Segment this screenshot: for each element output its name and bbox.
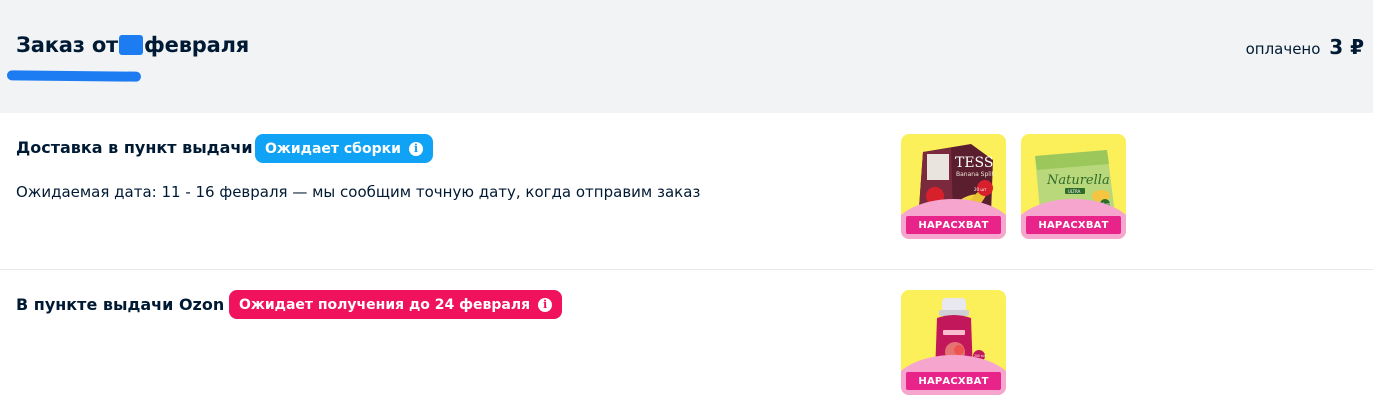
order-title-suffix: февраля	[144, 33, 250, 57]
paid-label: оплачено	[1245, 40, 1321, 58]
shipment-title: В пункте выдачи Ozon	[16, 295, 225, 314]
product-thumbnail-pads[interactable]: Naturella ULTRA 10 шт НАРАСХВАТ	[1021, 134, 1126, 239]
order-header: Заказ от февраля оплачено 3 ₽	[0, 0, 1373, 113]
order-title-prefix: Заказ от	[16, 33, 119, 57]
svg-text:Naturella: Naturella	[1046, 173, 1110, 188]
promo-label: НАРАСХВАТ	[1026, 216, 1121, 234]
expected-date: Ожидаемая дата: 11 - 16 февраля — мы соо…	[16, 183, 701, 201]
paid-amount: 3 ₽	[1329, 35, 1364, 59]
info-icon[interactable]: i	[538, 297, 553, 312]
status-badge-label: Ожидает получения до 24 февраля	[239, 296, 531, 313]
shipment-title: Доставка в пункт выдачи	[16, 138, 253, 157]
paid-summary: оплачено 3 ₽	[1246, 35, 1364, 59]
order-title: Заказ от февраля	[16, 33, 249, 57]
status-badge-label: Ожидает сборки	[265, 140, 401, 157]
svg-text:ULTRA: ULTRA	[1068, 189, 1081, 194]
redacted-order-number	[6, 70, 142, 82]
svg-text:20 шт: 20 шт	[974, 187, 987, 192]
product-thumbnail-tea[interactable]: 20 шт Banana Split TESS НАРАСХВАТ	[901, 134, 1006, 239]
shipment-pickup: В пункте выдачи Ozon Ожидает получения д…	[0, 270, 1373, 410]
info-icon[interactable]: i	[408, 141, 423, 156]
shipment-delivery: Доставка в пункт выдачи Ожидает сборки i…	[0, 113, 1373, 270]
svg-text:TESS: TESS	[955, 155, 994, 171]
promo-label: НАРАСХВАТ	[906, 372, 1001, 390]
redacted-date	[119, 35, 144, 55]
status-badge[interactable]: Ожидает получения до 24 февраля i	[229, 290, 563, 319]
promo-label: НАРАСХВАТ	[906, 216, 1001, 234]
svg-text:Banana Split: Banana Split	[956, 171, 995, 178]
product-thumbnail-shampoo[interactable]: 200 мл НАРАСХВАТ	[901, 290, 1006, 395]
status-badge[interactable]: Ожидает сборки i	[255, 134, 433, 163]
